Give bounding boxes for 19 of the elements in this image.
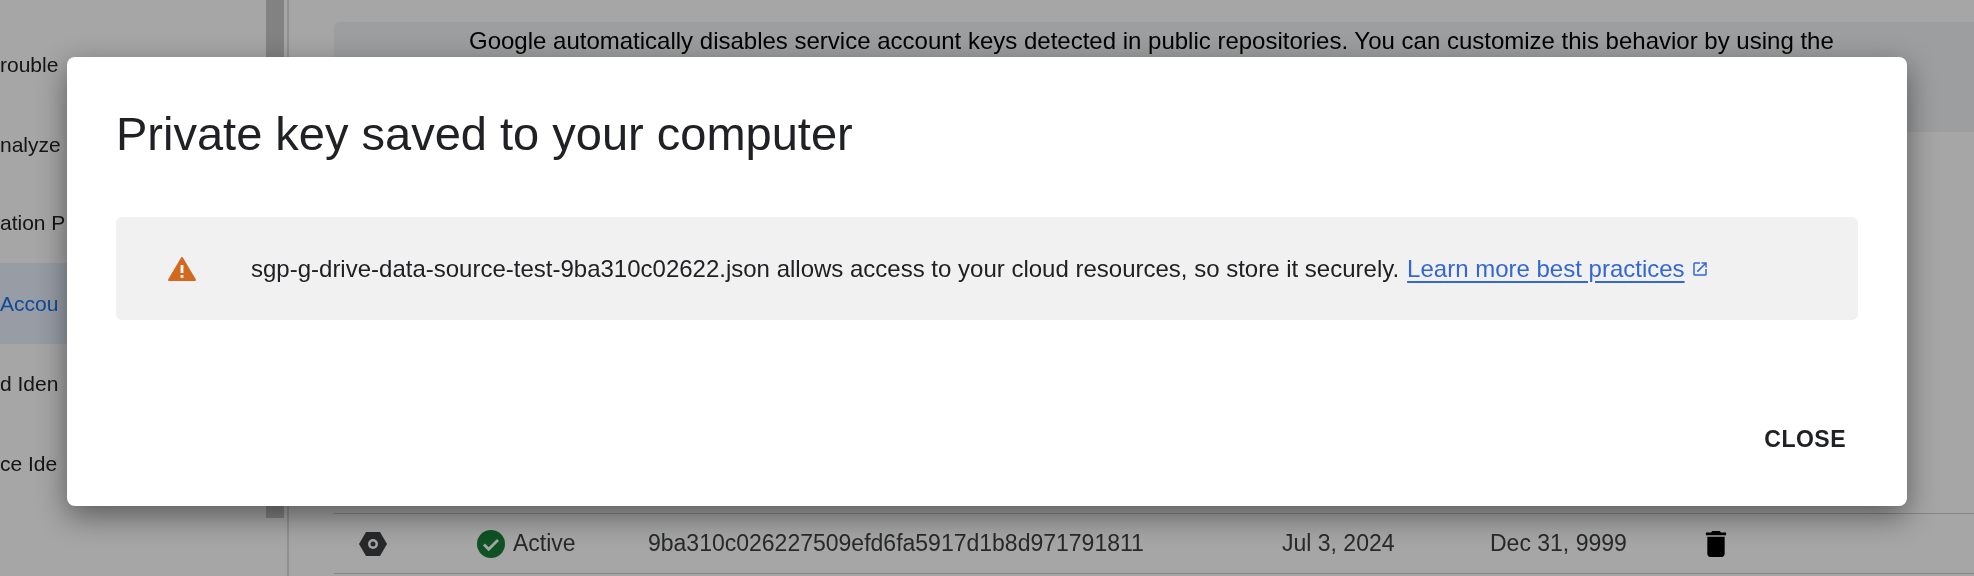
key-type-icon bbox=[358, 529, 388, 558]
sidebar-item[interactable]: rouble bbox=[0, 45, 67, 85]
close-button[interactable]: CLOSE bbox=[1758, 415, 1852, 462]
dialog-title: Private key saved to your computer bbox=[116, 109, 853, 159]
sidebar-item[interactable]: nalyze bbox=[0, 125, 67, 165]
check-circle-icon bbox=[477, 529, 505, 558]
notice-text: sgp-g-drive-data-source-test-9ba310c02622.json allows access to your cloud resources, so store it securely. bbox=[251, 253, 1400, 284]
sidebar-item[interactable]: ce Ide bbox=[0, 444, 67, 484]
external-link-icon[interactable] bbox=[1690, 259, 1709, 278]
sidebar-item[interactable]: d Iden bbox=[0, 364, 67, 404]
status-text: Active bbox=[513, 529, 577, 559]
expiry-date-cell-text: Dec 31, 9999 bbox=[1490, 529, 1628, 559]
warning-icon bbox=[168, 256, 196, 281]
trash-icon[interactable] bbox=[1705, 530, 1727, 557]
key-id-cell-text: 9ba310c026227509efd6fa5917d1b8d971791811 bbox=[648, 529, 1145, 559]
learn-more-link[interactable]: Learn more best practices bbox=[1407, 250, 1685, 287]
banner-text: Google automatically disables service account keys detected in public repositories. You can customize this behavior by using the bbox=[469, 27, 1834, 54]
sidebar-item[interactable]: ation P bbox=[0, 203, 67, 243]
created-date-cell-text: Jul 3, 2024 bbox=[1282, 529, 1396, 559]
